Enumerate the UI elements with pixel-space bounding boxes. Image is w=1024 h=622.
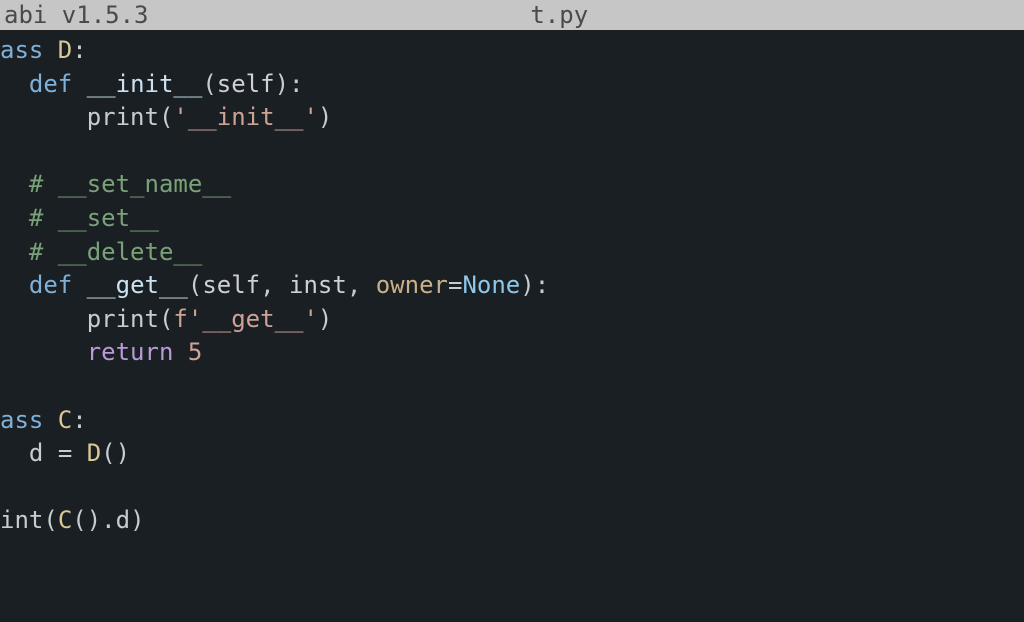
- keyword-class: ass: [0, 36, 58, 64]
- call: int: [0, 506, 43, 534]
- space: [173, 338, 187, 366]
- comma: ,: [347, 271, 376, 299]
- fstring-prefix: f: [173, 305, 187, 333]
- code-line[interactable]: int(C().d): [0, 504, 1024, 538]
- paren: (: [202, 70, 216, 98]
- equals: =: [448, 271, 462, 299]
- code-line[interactable]: print('__init__'): [0, 101, 1024, 135]
- code-line[interactable]: def __get__(self, inst, owner=None):: [0, 269, 1024, 303]
- title-bar: abi v1.5.3 t.py: [0, 0, 1024, 30]
- paren: ): [318, 305, 332, 333]
- code-line[interactable]: print(f'__get__'): [0, 303, 1024, 337]
- string-literal: '__init__': [173, 103, 318, 131]
- indent: [0, 70, 29, 98]
- none-literal: None: [462, 271, 520, 299]
- paren: (: [159, 305, 173, 333]
- filename: t.py: [149, 1, 971, 29]
- code-line-blank[interactable]: [0, 135, 1024, 169]
- comment: # __set_name__: [29, 170, 231, 198]
- indent: [0, 338, 87, 366]
- paren: (: [159, 103, 173, 131]
- function-name: __init__: [87, 70, 203, 98]
- code-line[interactable]: d = D(): [0, 437, 1024, 471]
- space: [72, 439, 86, 467]
- code-line[interactable]: return 5: [0, 336, 1024, 370]
- paren: ): [130, 506, 144, 534]
- colon: :: [535, 271, 549, 299]
- keyword-class: ass: [0, 406, 58, 434]
- number-literal: 5: [188, 338, 202, 366]
- blank: [0, 473, 14, 501]
- comma: ,: [260, 271, 289, 299]
- indent: [0, 103, 87, 131]
- class-name: D: [58, 36, 72, 64]
- indent: [0, 439, 29, 467]
- string-literal: '__get__': [188, 305, 318, 333]
- comment: # __set__: [29, 204, 159, 232]
- code-line[interactable]: def __init__(self):: [0, 68, 1024, 102]
- paren: (: [188, 271, 202, 299]
- blank: [0, 137, 14, 165]
- class-name: C: [58, 406, 72, 434]
- code-editor[interactable]: ass D: def __init__(self): print('__init…: [0, 30, 1024, 538]
- app-version: abi v1.5.3: [4, 1, 149, 29]
- indent: [0, 238, 29, 266]
- code-line[interactable]: # __set__: [0, 202, 1024, 236]
- dot: .: [101, 506, 115, 534]
- indent: [0, 170, 29, 198]
- blank: [0, 372, 14, 400]
- paren: ): [275, 70, 289, 98]
- colon: :: [72, 406, 86, 434]
- call: print: [87, 305, 159, 333]
- paren: ): [116, 439, 130, 467]
- code-line[interactable]: # __set_name__: [0, 168, 1024, 202]
- code-line-blank[interactable]: [0, 471, 1024, 505]
- comment: # __delete__: [29, 238, 202, 266]
- indent: [0, 305, 87, 333]
- indent: [0, 271, 29, 299]
- space: [72, 70, 86, 98]
- keyword-def: def: [29, 70, 72, 98]
- call: print: [87, 103, 159, 131]
- paren: ): [520, 271, 534, 299]
- param: owner: [376, 271, 448, 299]
- space: [72, 271, 86, 299]
- indent: [0, 204, 29, 232]
- code-line[interactable]: ass C:: [0, 404, 1024, 438]
- code-line[interactable]: # __delete__: [0, 236, 1024, 270]
- param-self: self: [217, 70, 275, 98]
- keyword-def: def: [29, 271, 72, 299]
- paren: (: [43, 506, 57, 534]
- equals: =: [58, 439, 72, 467]
- colon: :: [289, 70, 303, 98]
- keyword-return: return: [87, 338, 174, 366]
- variable: d: [29, 439, 58, 467]
- code-line-blank[interactable]: [0, 370, 1024, 404]
- param: inst: [289, 271, 347, 299]
- attribute: d: [116, 506, 130, 534]
- code-line[interactable]: ass D:: [0, 34, 1024, 68]
- param-self: self: [202, 271, 260, 299]
- paren: ): [87, 506, 101, 534]
- paren: ): [318, 103, 332, 131]
- call: D: [87, 439, 101, 467]
- colon: :: [72, 36, 86, 64]
- paren: (: [101, 439, 115, 467]
- function-name: __get__: [87, 271, 188, 299]
- paren: (: [72, 506, 86, 534]
- call: C: [58, 506, 72, 534]
